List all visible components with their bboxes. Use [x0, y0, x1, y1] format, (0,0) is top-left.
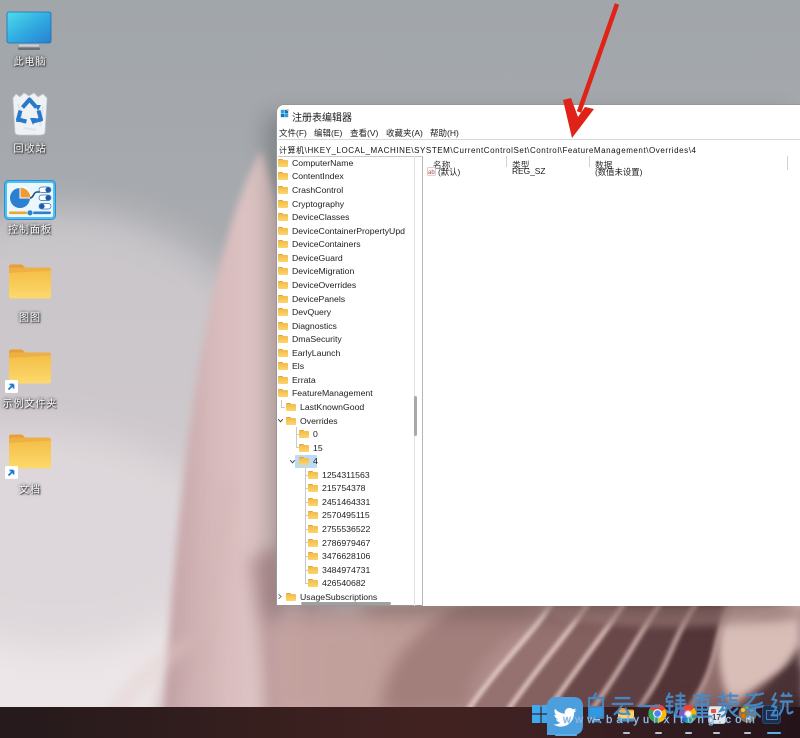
svg-text:ab: ab: [428, 170, 435, 176]
